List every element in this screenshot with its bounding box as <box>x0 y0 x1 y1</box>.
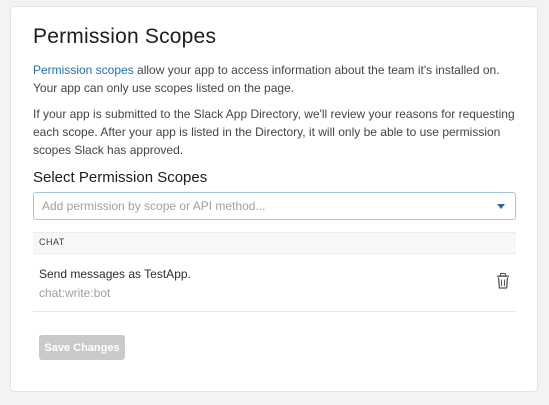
permission-scopes-card: Permission Scopes Permission scopes allo… <box>10 6 538 392</box>
caret-down-icon[interactable] <box>497 204 505 209</box>
review-paragraph: If your app is submitted to the Slack Ap… <box>33 107 515 157</box>
permission-scopes-link[interactable]: Permission scopes <box>33 63 134 77</box>
scope-name: chat:write:bot <box>39 286 111 300</box>
scope-search-select[interactable]: Add permission by scope or API method... <box>33 192 516 220</box>
trash-icon[interactable] <box>496 273 510 289</box>
page-title: Permission Scopes <box>33 25 217 48</box>
scope-row: Send messages as TestApp. chat:write:bot <box>33 257 516 312</box>
intro-paragraph: Permission scopes allow your app to acce… <box>33 61 521 97</box>
scope-search-placeholder: Add permission by scope or API method... <box>42 199 266 213</box>
save-changes-button[interactable]: Save Changes <box>39 335 125 360</box>
scope-group-header: CHAT <box>33 232 516 254</box>
scope-description: Send messages as TestApp. <box>39 267 191 281</box>
select-scopes-heading: Select Permission Scopes <box>33 169 208 186</box>
scope-group-label: CHAT <box>39 237 65 247</box>
